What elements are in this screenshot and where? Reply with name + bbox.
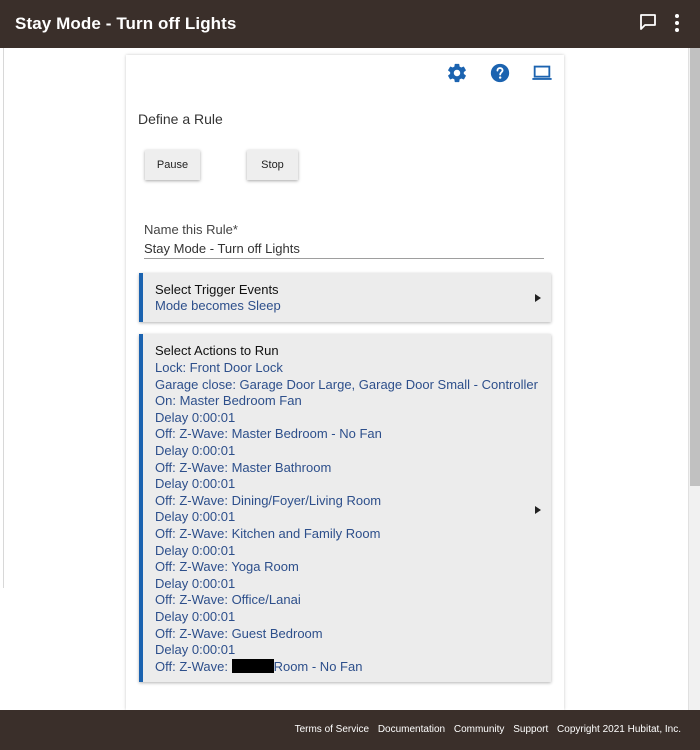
- action-line: Off: Z-Wave: Yoga Room: [155, 559, 299, 575]
- caret-right-icon: [535, 294, 541, 302]
- action-line: Delay 0:00:01: [155, 542, 236, 558]
- action-line: Off: Z-Wave: Guest Bedroom: [155, 625, 323, 641]
- support-link[interactable]: Support: [513, 724, 548, 735]
- action-line: Delay 0:00:01: [155, 509, 236, 525]
- scrollbar-thumb[interactable]: [690, 48, 700, 486]
- action-line: Delay 0:00:01: [155, 642, 236, 658]
- chat-icon[interactable]: [638, 12, 658, 32]
- pause-button[interactable]: Pause: [145, 150, 200, 180]
- left-drawer-edge: [0, 48, 4, 588]
- laptop-icon[interactable]: [531, 62, 553, 84]
- redaction-block: [231, 658, 274, 673]
- rule-name-label: Name this Rule*: [144, 222, 238, 237]
- copyright-text: Copyright 2021 Hubitat, Inc.: [557, 724, 681, 735]
- gear-icon[interactable]: [446, 62, 468, 84]
- select-trigger-events-panel[interactable]: Select Trigger Events Mode becomes Sleep: [139, 273, 551, 322]
- trigger-panel-title: Select Trigger Events: [155, 282, 279, 297]
- action-line: Off: Z-Wave: Dining/Foyer/Living Room: [155, 492, 382, 508]
- action-line: Delay 0:00:01: [155, 443, 236, 458]
- page-scrollbar[interactable]: [688, 48, 700, 710]
- trigger-summary: Mode becomes Sleep: [155, 298, 281, 313]
- action-line: Delay 0:00:01: [155, 409, 236, 425]
- community-link[interactable]: Community: [454, 724, 505, 735]
- documentation-link[interactable]: Documentation: [378, 724, 445, 735]
- action-line: Delay 0:00:01: [155, 575, 236, 591]
- section-title: Define a Rule: [138, 111, 223, 127]
- more-vertical-icon[interactable]: [672, 12, 682, 34]
- action-line: Delay 0:00:01: [155, 476, 236, 492]
- actions-panel-title: Select Actions to Run: [155, 343, 279, 358]
- action-line-prefix: Off: Z-Wave:: [155, 658, 232, 674]
- action-line: Lock: Front Door Lock: [155, 360, 283, 375]
- caret-right-icon: [535, 506, 541, 514]
- action-line: Delay 0:00:01: [155, 609, 236, 624]
- select-actions-panel[interactable]: Select Actions to Run Lock: Front Door L…: [139, 334, 551, 682]
- help-icon[interactable]: [489, 62, 511, 84]
- action-line-suffix: Room - No Fan: [273, 658, 363, 674]
- action-line: On: Master Bedroom Fan: [155, 393, 302, 409]
- action-line-last: Off: Z-Wave: Room - No Fan: [155, 658, 363, 674]
- action-line: Off: Z-Wave: Kitchen and Family Room: [155, 526, 381, 541]
- app-header: Stay Mode - Turn off Lights: [0, 0, 700, 48]
- action-line: Off: Z-Wave: Office/Lanai: [155, 592, 301, 608]
- action-line: Off: Z-Wave: Master Bedroom - No Fan: [155, 426, 382, 442]
- stop-button[interactable]: Stop: [247, 150, 298, 180]
- terms-of-service-link[interactable]: Terms of Service: [295, 724, 369, 735]
- page-title: Stay Mode - Turn off Lights: [15, 14, 237, 33]
- action-line: Off: Z-Wave: Master Bathroom: [155, 459, 332, 475]
- footer: Terms of Service Documentation Community…: [0, 710, 700, 750]
- footer-links: Terms of Service Documentation Community…: [289, 724, 681, 735]
- action-line: Garage close: Garage Door Large, Garage …: [155, 376, 538, 392]
- rule-name-input[interactable]: [144, 239, 544, 259]
